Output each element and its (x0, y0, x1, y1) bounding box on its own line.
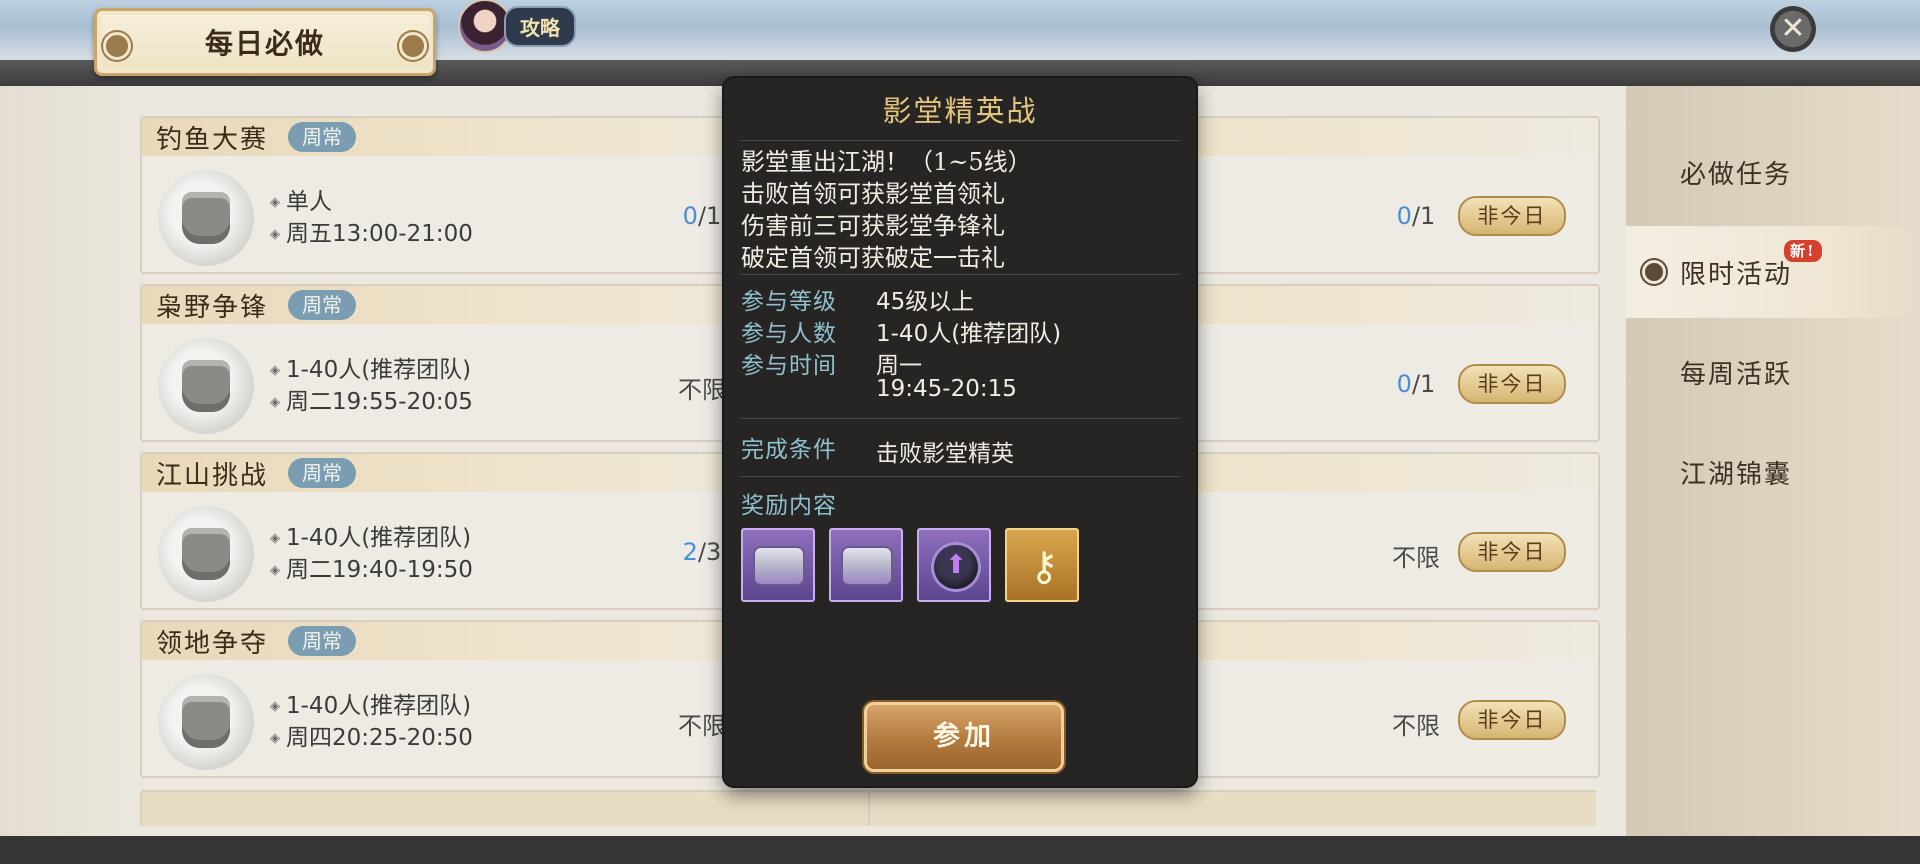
guide-button[interactable]: 攻略 (458, 0, 576, 53)
bottom-bar (0, 836, 1920, 864)
not-today-button[interactable]: 非今日 (1458, 364, 1566, 404)
divider (740, 274, 1180, 275)
sidebar-item-label: 必做任务 (1680, 159, 1793, 190)
sidebar: 必做任务 限时活动 新! 每周活跃 江湖锦囊 (1626, 86, 1920, 836)
schedule-text: 周四20:25-20:50 (270, 718, 473, 752)
activity-card-partial[interactable] (140, 790, 868, 826)
activity-name: 钓鱼大赛 (156, 125, 269, 155)
schedule-text: 周二19:40-19:50 (270, 550, 473, 584)
description-line: 影堂重出江湖！（1~5线） (741, 148, 1032, 176)
weekly-tag: 周常 (288, 626, 356, 656)
weekly-tag: 周常 (288, 458, 356, 488)
selected-knot-icon (1642, 260, 1666, 284)
page-title: 每日必做 (94, 8, 436, 76)
participants-text: 1-40人(推荐团队) (270, 518, 471, 552)
activity-name: 枭野争锋 (156, 293, 269, 323)
time-value-day: 周一 (876, 353, 922, 379)
description-line: 伤害前三可获影堂争锋礼 (741, 212, 1005, 240)
reward-key-icon[interactable]: ⚷ (1005, 528, 1079, 602)
knot-ornament-icon (103, 32, 131, 60)
divider (740, 476, 1180, 477)
participants-text: 1-40人(推荐团队) (270, 350, 471, 384)
activity-name: 领地争夺 (156, 629, 269, 659)
weekly-tag: 周常 (288, 122, 356, 152)
new-badge: 新! (1784, 240, 1822, 262)
reward-label: 奖励内容 (741, 493, 837, 519)
close-icon: ✕ (1780, 11, 1806, 46)
time-value-hours: 19:45-20:15 (876, 376, 1017, 402)
fishing-activity-icon (158, 170, 254, 266)
join-button[interactable]: 参加 (864, 702, 1064, 772)
popup-description: 影堂重出江湖！（1~5线） 击败首领可获影堂首领礼 伤害前三可获影堂争锋礼 破定… (741, 146, 1181, 274)
divider (740, 140, 1180, 141)
sidebar-item-label: 限时活动 (1680, 259, 1793, 290)
activity-detail-popup: 影堂精英战 影堂重出江湖！（1~5线） 击败首领可获影堂首领礼 伤害前三可获影堂… (724, 78, 1196, 786)
divider (740, 418, 1180, 419)
level-value: 45级以上 (876, 289, 975, 315)
sidebar-item-label: 江湖锦囊 (1680, 459, 1793, 490)
sidebar-item-weekly-activity[interactable]: 每周活跃 (1626, 326, 1920, 418)
people-value: 1-40人(推荐团队) (876, 321, 1062, 347)
reward-chest-icon[interactable] (829, 528, 903, 602)
guide-label: 攻略 (504, 5, 576, 47)
not-today-button[interactable]: 非今日 (1458, 196, 1566, 236)
page-title-text: 每日必做 (204, 27, 325, 60)
schedule-text: 周二19:55-20:05 (270, 382, 473, 416)
activity-name: 江山挑战 (156, 461, 269, 491)
close-button[interactable]: ✕ (1770, 6, 1816, 52)
condition-label: 完成条件 (741, 437, 837, 463)
level-label: 参与等级 (741, 289, 837, 315)
participants-text: 单人 (270, 182, 332, 216)
fortress-activity-icon (158, 674, 254, 770)
schedule-text: 周五13:00-21:00 (270, 214, 473, 248)
condition-value: 击败影堂精英 (876, 441, 1014, 467)
anvil-activity-icon (158, 506, 254, 602)
weekly-tag: 周常 (288, 290, 356, 320)
not-today-button[interactable]: 非今日 (1458, 700, 1566, 740)
description-line: 击败首领可获影堂首领礼 (741, 180, 1005, 208)
description-line: 破定首领可获破定一击礼 (741, 244, 1005, 272)
sidebar-item-label: 每周活跃 (1680, 359, 1793, 390)
people-label: 参与人数 (741, 321, 837, 347)
sword-activity-icon (158, 338, 254, 434)
activity-card-partial[interactable] (868, 790, 1596, 826)
not-today-button[interactable]: 非今日 (1458, 532, 1566, 572)
reward-gem-icon[interactable] (917, 528, 991, 602)
time-label: 参与时间 (741, 353, 837, 379)
participants-text: 1-40人(推荐团队) (270, 686, 471, 720)
knot-ornament-icon (399, 32, 427, 60)
sidebar-item-required-tasks[interactable]: 必做任务 (1626, 126, 1920, 218)
sidebar-item-limited-events[interactable]: 限时活动 新! (1626, 226, 1920, 318)
reward-chest-icon[interactable] (741, 528, 815, 602)
popup-title: 影堂精英战 (882, 94, 1038, 128)
sidebar-item-jianghu-tips[interactable]: 江湖锦囊 (1626, 426, 1920, 518)
